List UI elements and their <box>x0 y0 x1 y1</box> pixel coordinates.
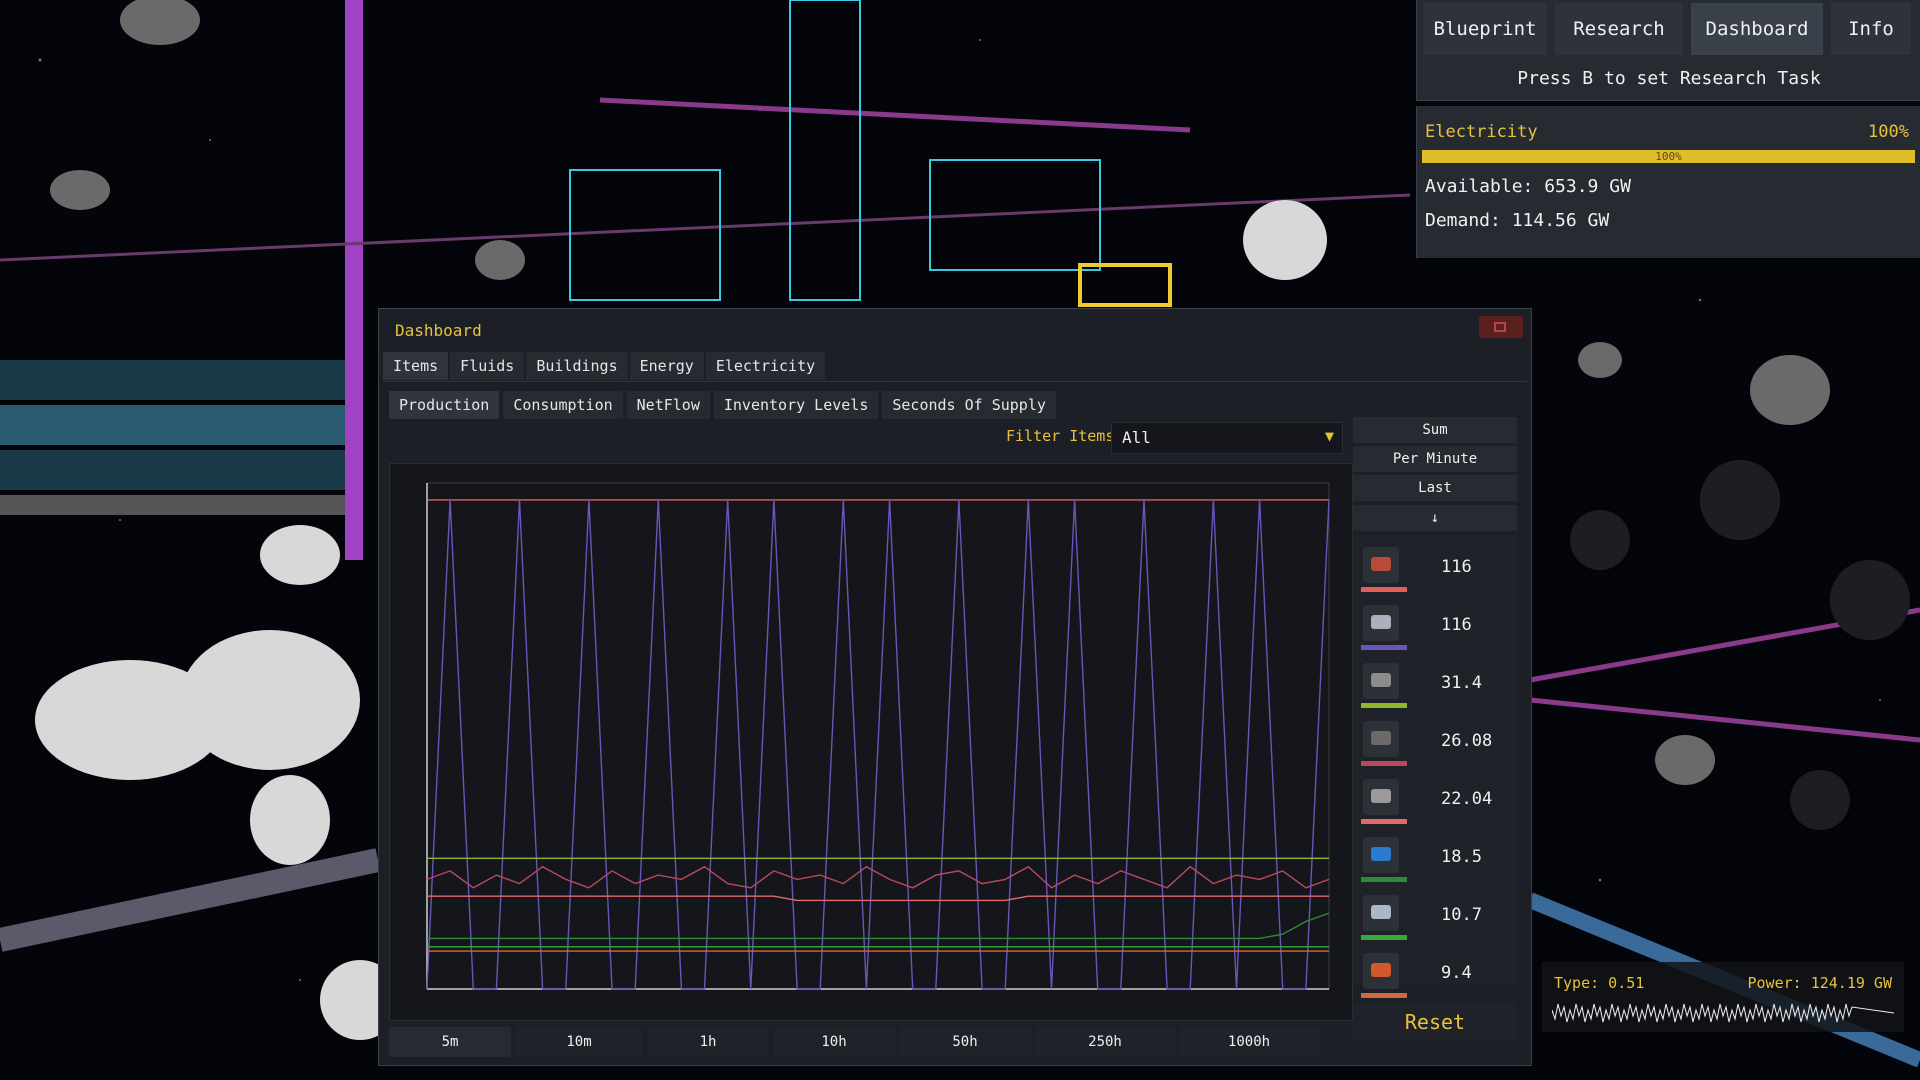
chart-series-line <box>426 865 1330 889</box>
tab-production[interactable]: Production <box>389 391 500 419</box>
legend-value: 116 <box>1441 615 1472 635</box>
tab-info[interactable]: Info <box>1831 3 1911 55</box>
electricity-progress-bar: 100% <box>1422 150 1915 163</box>
electricity-title: Electricity <box>1425 122 1538 142</box>
electricity-percent: 100% <box>1868 122 1909 142</box>
filter-items-label: Filter Items <box>1006 427 1115 445</box>
tab-inventory-levels[interactable]: Inventory Levels <box>713 391 879 419</box>
legend-value: 31.4 <box>1441 673 1482 693</box>
top-nav-tabs: Blueprint Research Dashboard Info <box>1417 0 1920 55</box>
power-monitor: Type: 0.51 Power: 124.19 GW <box>1542 962 1904 1032</box>
legend-value: 22.04 <box>1441 789 1493 809</box>
time-range-50h[interactable]: 50h <box>899 1027 1031 1057</box>
legend-color-swatch <box>1361 703 1407 708</box>
tabs-divider <box>383 381 1527 382</box>
chart-series-line <box>426 499 1330 990</box>
legend-value: 10.7 <box>1441 905 1482 925</box>
blue-sphere-icon <box>1363 837 1399 873</box>
filter-items-dropdown[interactable]: All ▼ <box>1111 422 1343 454</box>
legend-item[interactable]: 9.4 <box>1353 949 1517 1007</box>
electricity-demand: Demand: 114.56 GW <box>1425 210 1610 231</box>
tab-items[interactable]: Items <box>383 352 449 380</box>
copper-block-icon <box>1363 953 1399 989</box>
electricity-header: Electricity 100% <box>1417 106 1920 142</box>
time-range-1h[interactable]: 1h <box>647 1027 769 1057</box>
chart-svg <box>426 482 1330 990</box>
legend-color-swatch <box>1361 587 1407 592</box>
power-value: Power: 124.19 GW <box>1747 974 1893 992</box>
time-range-10h[interactable]: 10h <box>773 1027 895 1057</box>
steel-bar-icon <box>1363 895 1399 931</box>
production-chart[interactable] <box>389 463 1353 1021</box>
research-hint: Press B to set Research Task <box>1517 68 1821 89</box>
legend-color-swatch <box>1361 935 1407 940</box>
legend-value: 18.5 <box>1441 847 1482 867</box>
legend-item[interactable]: 22.04 <box>1353 775 1517 833</box>
legend-value: 116 <box>1441 557 1472 577</box>
time-range-250h[interactable]: 250h <box>1035 1027 1175 1057</box>
legend-color-swatch <box>1361 877 1407 882</box>
metric-tabs: Production Consumption NetFlow Inventory… <box>389 391 1056 419</box>
tab-energy[interactable]: Energy <box>629 352 704 380</box>
dashboard-window: Dashboard Items Fluids Buildings Energy … <box>378 308 1532 1066</box>
close-button[interactable] <box>1479 316 1523 338</box>
electricity-progress-text: 100% <box>1655 150 1682 163</box>
silver-ore-icon <box>1363 605 1399 641</box>
power-waveform <box>1552 1003 1894 1023</box>
machine-part-icon <box>1363 779 1399 815</box>
reset-button[interactable]: Reset <box>1353 1003 1517 1041</box>
item-legend: 116 116 31.4 26.08 22.04 18.5 10.7 9.4 <box>1353 535 1517 998</box>
dashboard-title: Dashboard <box>395 321 482 340</box>
time-range-tabs: 5m 10m 1h 10h 50h 250h 1000h <box>389 1027 1319 1057</box>
plate-icon <box>1363 663 1399 699</box>
tab-electricity[interactable]: Electricity <box>705 352 826 380</box>
category-tabs: Items Fluids Buildings Energy Electricit… <box>383 352 826 380</box>
per-minute-button[interactable]: Per Minute <box>1353 446 1517 472</box>
dropdown-arrow-icon: ▼ <box>1324 427 1334 445</box>
legend-color-swatch <box>1361 645 1407 650</box>
tab-fluids[interactable]: Fluids <box>450 352 525 380</box>
close-icon <box>1494 322 1506 332</box>
legend-item[interactable]: 116 <box>1353 601 1517 659</box>
top-nav-panel: Blueprint Research Dashboard Info Press … <box>1416 0 1920 101</box>
electricity-available: Available: 653.9 GW <box>1425 176 1631 197</box>
red-ore-icon <box>1363 547 1399 583</box>
legend-item[interactable]: 26.08 <box>1353 717 1517 775</box>
chart-series-line <box>427 895 1329 902</box>
waveform-line <box>1552 1003 1894 1023</box>
tab-netflow[interactable]: NetFlow <box>626 391 710 419</box>
tab-blueprint[interactable]: Blueprint <box>1423 3 1547 55</box>
time-range-1000h[interactable]: 1000h <box>1179 1027 1319 1057</box>
legend-color-swatch <box>1361 993 1407 998</box>
legend-item[interactable]: 31.4 <box>1353 659 1517 717</box>
sum-button[interactable]: Sum <box>1353 417 1517 443</box>
legend-item[interactable]: 116 <box>1353 543 1517 601</box>
dark-ore-icon <box>1363 721 1399 757</box>
legend-item[interactable]: 18.5 <box>1353 833 1517 891</box>
legend-color-swatch <box>1361 819 1407 824</box>
time-range-10m[interactable]: 10m <box>515 1027 643 1057</box>
tab-research[interactable]: Research <box>1555 3 1683 55</box>
tab-seconds-of-supply[interactable]: Seconds Of Supply <box>882 391 1056 419</box>
filter-items-value: All <box>1122 428 1151 447</box>
last-button[interactable]: Last <box>1353 475 1517 501</box>
sort-button[interactable]: ↓ <box>1353 505 1517 531</box>
legend-value: 9.4 <box>1441 963 1472 983</box>
legend-item[interactable]: 10.7 <box>1353 891 1517 949</box>
power-type: Type: 0.51 <box>1554 974 1645 992</box>
legend-color-swatch <box>1361 761 1407 766</box>
tab-buildings[interactable]: Buildings <box>526 352 628 380</box>
tab-dashboard[interactable]: Dashboard <box>1691 3 1823 55</box>
tab-consumption[interactable]: Consumption <box>503 391 623 419</box>
time-range-5m[interactable]: 5m <box>389 1027 511 1057</box>
electricity-panel: Electricity 100% 100% Available: 653.9 G… <box>1416 106 1920 258</box>
legend-value: 26.08 <box>1441 731 1493 751</box>
